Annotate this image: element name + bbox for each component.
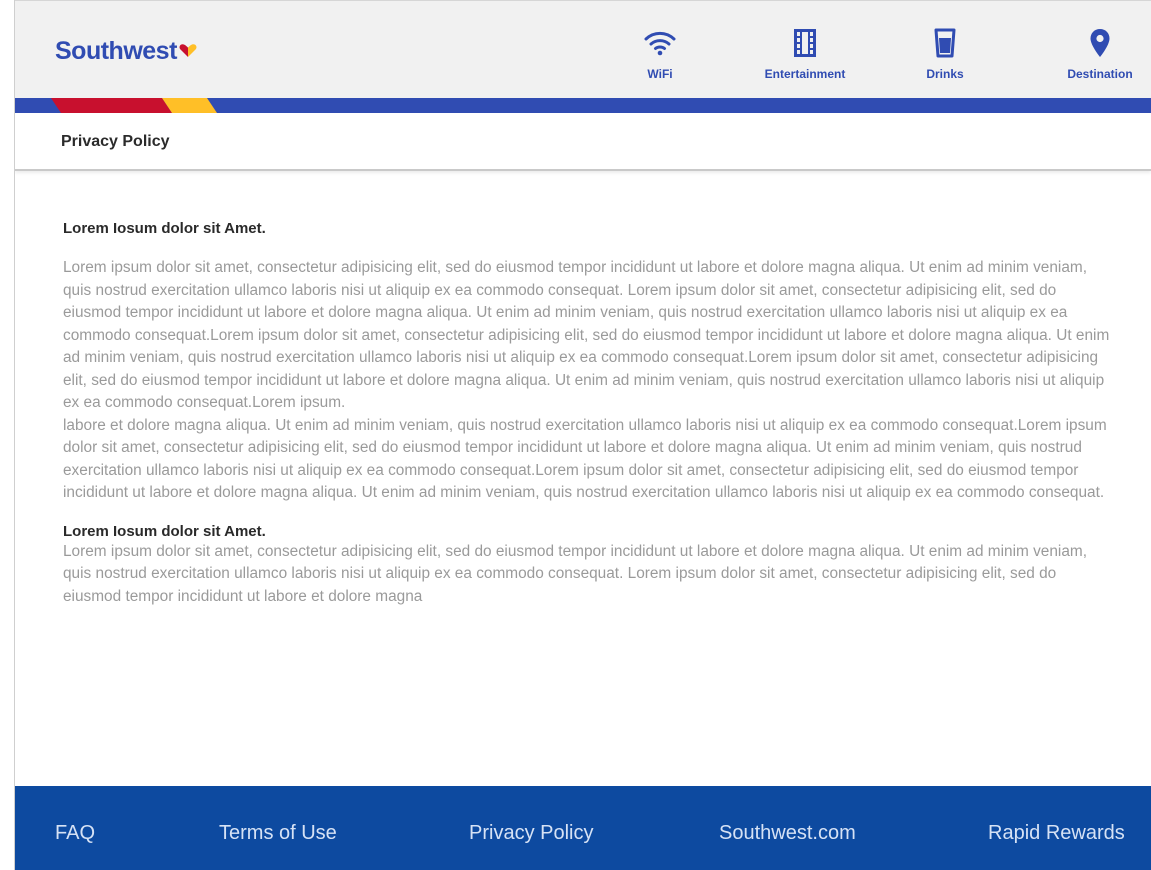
footer-link-faq[interactable]: FAQ (55, 822, 95, 845)
top-header: Southwest WiFi Entertainment Drinks Dest… (15, 0, 1151, 98)
section-heading: Lorem Iosum dolor sit Amet. (63, 220, 266, 237)
nav-drinks-label: Drinks (926, 67, 964, 81)
footer-link-rapid-rewards[interactable]: Rapid Rewards (988, 822, 1125, 845)
nav-destination[interactable]: Destination (1055, 1, 1145, 99)
page-title: Privacy Policy (61, 133, 170, 150)
film-icon (794, 23, 816, 63)
footer-link-privacy[interactable]: Privacy Policy (469, 822, 593, 845)
brand-stripe (15, 98, 1151, 113)
page-subheader: Privacy Policy (15, 113, 1151, 171)
section-paragraph: Lorem ipsum dolor sit amet, consectetur … (63, 542, 1087, 605)
app-frame: Southwest WiFi Entertainment Drinks Dest… (14, 0, 1151, 870)
nav-entertainment[interactable]: Entertainment (750, 1, 860, 99)
footer-link-southwest[interactable]: Southwest.com (719, 822, 856, 845)
footer-nav: FAQ Terms of Use Privacy Policy Southwes… (15, 786, 1151, 870)
policy-section: Lorem Iosum dolor sit Amet. Lorem ipsum … (63, 220, 1113, 505)
section-paragraph: Lorem ipsum dolor sit amet, consectetur … (63, 259, 1110, 411)
policy-content[interactable]: Lorem Iosum dolor sit Amet. Lorem ipsum … (63, 200, 1113, 786)
nav-wifi[interactable]: WiFi (635, 1, 685, 99)
wifi-icon (644, 23, 676, 63)
section-paragraph: labore et dolore magna aliqua. Ut enim a… (63, 416, 1107, 502)
brand-name: Southwest (55, 37, 177, 65)
nav-drinks[interactable]: Drinks (915, 1, 975, 99)
heart-logo-icon (179, 36, 197, 65)
policy-section: Lorem Iosum dolor sit Amet. Lorem ipsum … (63, 523, 1113, 609)
scroll-fade (63, 746, 1113, 786)
footer-link-terms[interactable]: Terms of Use (219, 822, 337, 845)
nav-wifi-label: WiFi (647, 67, 673, 81)
southwest-logo[interactable]: Southwest (55, 37, 197, 66)
drink-icon (934, 23, 956, 63)
nav-destination-label: Destination (1067, 67, 1133, 81)
map-pin-icon (1089, 23, 1111, 63)
nav-entertainment-label: Entertainment (764, 67, 846, 81)
section-heading: Lorem Iosum dolor sit Amet. (63, 522, 266, 540)
